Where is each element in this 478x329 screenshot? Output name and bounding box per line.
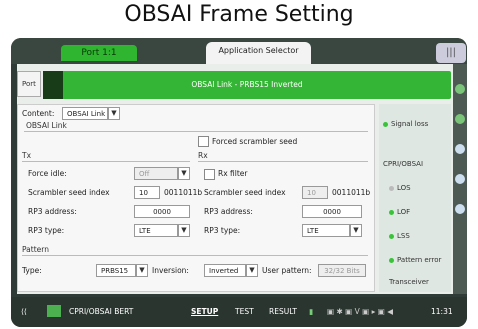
status-bar: OBSAI Link - PRBS15 Inverted [43, 71, 451, 99]
content-label: Content: [22, 109, 55, 118]
user-pattern-button[interactable]: 32/32 Bits [318, 264, 366, 277]
status-side-panel: Signal loss CPRI/OBSAI LOS LOF LSS Patte… [379, 104, 451, 292]
tx-rp3-address-input[interactable]: 0000 [134, 205, 190, 218]
divider [22, 161, 190, 162]
signal-loss-indicator: Signal loss [383, 120, 428, 128]
rx-scrambler-seed-hex: 0011011b [332, 188, 371, 197]
chevron-down-icon[interactable]: ▼ [136, 264, 148, 277]
obsai-link-header: OBSAI Link [26, 121, 67, 130]
status-dot-icon [389, 233, 394, 239]
tx-scrambler-seed-hex: 0011011b [164, 188, 203, 197]
rx-rp3-type-label-text: RP3 type: [204, 226, 241, 235]
chevron-down-icon[interactable]: ▼ [178, 167, 190, 180]
tx-rp3-type-select[interactable]: LTE [134, 224, 178, 237]
chevron-down-icon[interactable]: ▼ [178, 224, 190, 237]
menu-button[interactable]: ||| [436, 43, 466, 63]
refresh-icon[interactable] [455, 114, 465, 124]
port-button[interactable]: Port [17, 71, 41, 97]
divider [198, 161, 368, 162]
pattern-header: Pattern [22, 245, 49, 254]
battery-icon: ▮ [309, 307, 314, 316]
pattern-error-indicator: Pattern error [389, 256, 441, 264]
rx-scrambler-seed-index-input[interactable]: 10 [302, 186, 328, 199]
close-icon[interactable] [455, 204, 465, 214]
rx-rp3-type-select[interactable]: LTE [302, 224, 350, 237]
tx-rp3-address-label: RP3 address: [28, 207, 77, 216]
tx-scrambler-seed-index-input[interactable]: 10 [134, 186, 160, 199]
los-indicator: LOS [389, 184, 411, 192]
status-bar-indicator [43, 71, 63, 99]
cpri-obsai-header: CPRI/OBSAI [383, 160, 424, 168]
transceiver-button[interactable]: Transceiver [389, 278, 429, 286]
los-label: LOS [397, 184, 411, 192]
force-idle-label: Force idle: [28, 169, 67, 178]
lof-label: LOF [397, 208, 411, 216]
chevron-down-icon[interactable]: ▼ [246, 264, 258, 277]
rx-scrambler-seed-index-label: Scrambler seed index [204, 188, 286, 197]
pattern-type-label: Type: [22, 266, 42, 275]
divider [22, 255, 368, 256]
status-dot-icon [389, 185, 394, 191]
report-icon[interactable] [455, 144, 465, 154]
back-icon[interactable]: ⟨⟨ [21, 307, 27, 316]
status-icons: ▣ ✱ ▣ V ▣ ▸ ▣ ◀ [327, 307, 393, 316]
pattern-error-label: Pattern error [397, 256, 442, 264]
rx-rp3-address-input[interactable]: 0000 [302, 205, 362, 218]
test-tab[interactable]: TEST [235, 307, 254, 316]
main-content: Port OBSAI Link - PRBS15 Inverted Conten… [17, 64, 453, 294]
edit-icon[interactable] [455, 174, 465, 184]
signal-loss-label: Signal loss [391, 120, 429, 128]
port-tab-label: Port 1:1 [81, 48, 117, 58]
pattern-type-select[interactable]: PRBS15 [96, 264, 136, 277]
clock: 11:31 [431, 307, 453, 316]
tx-header: Tx [22, 151, 32, 160]
app-name: CPRI/OBSAI BERT [69, 307, 134, 316]
lss-label: LSS [397, 232, 410, 240]
app-window: Port 1:1 Application Selector ||| Port O… [11, 38, 467, 327]
rx-filter-checkbox[interactable] [204, 169, 215, 180]
lof-indicator: LOF [389, 208, 410, 216]
status-dot-icon [383, 121, 388, 127]
status-dot-icon [389, 209, 394, 215]
divider [24, 131, 368, 132]
status-dot-icon [389, 257, 394, 263]
force-idle-select[interactable]: Off [134, 167, 178, 180]
chevron-down-icon[interactable]: ▼ [350, 224, 362, 237]
port-tab[interactable]: Port 1:1 [61, 45, 137, 61]
chevron-down-icon[interactable]: ▼ [108, 107, 120, 120]
setup-tab[interactable]: SETUP [191, 307, 218, 316]
play-icon[interactable] [455, 84, 465, 94]
user-pattern-label: User pattern: [262, 266, 312, 275]
forced-scrambler-seed-checkbox[interactable] [198, 136, 209, 147]
content-select[interactable]: OBSAI Link [62, 107, 108, 120]
tx-rp3-type-label: RP3 type: [28, 226, 65, 235]
top-bar: Port 1:1 Application Selector ||| [11, 38, 467, 64]
lss-indicator: LSS [389, 232, 410, 240]
page-title: OBSAI Frame Setting [124, 2, 354, 27]
inversion-label: Inversion: [152, 266, 189, 275]
rx-header: Rx [198, 151, 208, 160]
right-toolbar [453, 64, 467, 294]
forced-scrambler-seed-label: Forced scrambler seed [212, 137, 298, 146]
inversion-select[interactable]: Inverted [204, 264, 246, 277]
application-selector-button[interactable]: Application Selector [206, 42, 311, 64]
result-tab[interactable]: RESULT [269, 307, 297, 316]
app-icon [47, 305, 61, 317]
tx-scrambler-seed-index-label: Scrambler seed index [28, 188, 110, 197]
rx-filter-label: Rx filter [218, 169, 248, 178]
bottom-bar: ⟨⟨ CPRI/OBSAI BERT SETUP TEST RESULT ▮ ▣… [11, 297, 467, 327]
rx-rp3-address-label: RP3 address: [204, 207, 253, 216]
settings-panel: Content: OBSAI Link ▼ OBSAI Link Forced … [17, 104, 375, 292]
